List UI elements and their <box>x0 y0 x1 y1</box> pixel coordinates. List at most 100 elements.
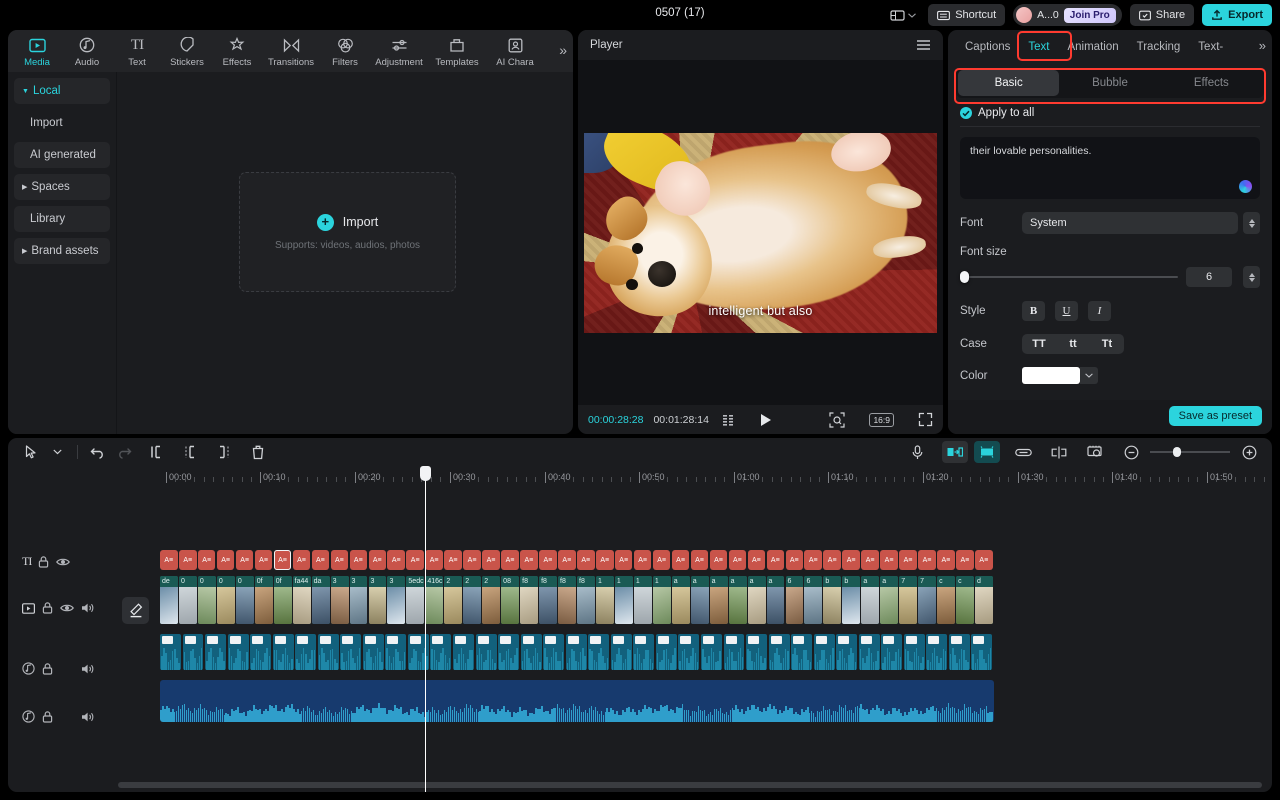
join-pro-badge[interactable]: Join Pro <box>1064 8 1116 23</box>
text-clip[interactable]: A≡ <box>842 550 860 570</box>
text-clip[interactable]: A≡ <box>274 550 292 570</box>
text-clip[interactable]: A≡ <box>861 550 879 570</box>
text-clip[interactable]: A≡ <box>596 550 614 570</box>
text-clip[interactable]: A≡ <box>217 550 235 570</box>
video-clip[interactable]: 2 <box>444 576 462 624</box>
font-size-slider[interactable] <box>960 276 1178 278</box>
crop-icon[interactable] <box>829 412 845 428</box>
text-clip[interactable]: A≡ <box>615 550 633 570</box>
font-size-slider-knob[interactable] <box>960 271 969 283</box>
text-clip[interactable]: A≡ <box>350 550 368 570</box>
segment-basic[interactable]: Basic <box>958 70 1059 96</box>
segment-bubble[interactable]: Bubble <box>1059 70 1160 96</box>
video-clip[interactable]: 3 <box>369 576 387 624</box>
audio-clip[interactable] <box>814 634 835 670</box>
video-clip[interactable]: b <box>842 576 860 624</box>
video-clip[interactable]: 7 <box>899 576 917 624</box>
text-clip[interactable]: A≡ <box>425 550 443 570</box>
audio-clip[interactable] <box>318 634 339 670</box>
text-clip[interactable]: A≡ <box>463 550 481 570</box>
text-clip[interactable]: A≡ <box>482 550 500 570</box>
font-select[interactable]: System <box>1022 212 1238 234</box>
tab-text[interactable]: Text <box>1019 34 1058 60</box>
video-clip[interactable]: a <box>691 576 709 624</box>
video-clip[interactable]: a <box>672 576 690 624</box>
case-uppercase-button[interactable]: TT <box>1022 334 1056 354</box>
text-clip[interactable]: A≡ <box>179 550 197 570</box>
font-stepper[interactable] <box>1243 212 1260 234</box>
text-clip[interactable]: A≡ <box>501 550 519 570</box>
hamburger-icon[interactable] <box>916 39 931 51</box>
audio-clip[interactable] <box>836 634 857 670</box>
audio-clip[interactable] <box>385 634 406 670</box>
audio-clip[interactable] <box>476 634 497 670</box>
speaker-icon[interactable] <box>81 602 95 614</box>
video-clip[interactable]: 1 <box>596 576 614 624</box>
audio-clip[interactable] <box>588 634 609 670</box>
tab-text[interactable]: TI Text <box>112 34 162 68</box>
keyframe-button[interactable] <box>974 441 1000 463</box>
audio-clip[interactable] <box>340 634 361 670</box>
text-clip[interactable]: A≡ <box>198 550 216 570</box>
apply-to-all-row[interactable]: Apply to all <box>948 98 1272 126</box>
zoom-slider[interactable] <box>1150 451 1230 453</box>
playhead[interactable] <box>425 466 426 792</box>
audio-clip[interactable] <box>949 634 970 670</box>
video-clip[interactable]: a <box>861 576 879 624</box>
video-clip[interactable]: a <box>880 576 898 624</box>
video-clip[interactable]: 6 <box>786 576 804 624</box>
video-clip[interactable]: 0 <box>198 576 216 624</box>
zoom-in-button[interactable] <box>1236 441 1262 463</box>
video-clip[interactable]: 5edc <box>406 576 424 624</box>
text-clip[interactable]: A≡ <box>634 550 652 570</box>
audio-clip[interactable] <box>746 634 767 670</box>
text-clip[interactable]: A≡ <box>975 550 993 570</box>
redo-button[interactable] <box>111 441 137 463</box>
audio-clip[interactable] <box>881 634 902 670</box>
tab-ai-character[interactable]: AI Chara <box>486 34 544 68</box>
account-chip[interactable]: A...0 Join Pro <box>1013 4 1122 26</box>
apply-to-all-checkbox[interactable] <box>960 107 972 119</box>
video-clip[interactable]: 2 <box>482 576 500 624</box>
lock-icon[interactable] <box>42 663 53 675</box>
split-button[interactable] <box>143 441 169 463</box>
video-clip[interactable]: 0 <box>217 576 235 624</box>
audio-clip[interactable] <box>160 634 181 670</box>
audio-clip[interactable] <box>656 634 677 670</box>
video-clip[interactable]: 0f <box>274 576 292 624</box>
text-clip[interactable]: A≡ <box>255 550 273 570</box>
video-clip[interactable]: f8 <box>539 576 557 624</box>
audio-clip[interactable] <box>363 634 384 670</box>
audio-clip[interactable] <box>724 634 745 670</box>
text-clip[interactable]: A≡ <box>293 550 311 570</box>
video-clip[interactable]: 416c <box>425 576 443 624</box>
quality-icon[interactable] <box>723 414 739 426</box>
video-clip[interactable]: 0 <box>179 576 197 624</box>
tab-transitions[interactable]: Transitions <box>262 34 320 68</box>
text-clip[interactable]: A≡ <box>577 550 595 570</box>
sidebar-item-spaces[interactable]: ▶ Spaces <box>14 174 110 200</box>
tab-audio[interactable]: Audio <box>62 34 112 68</box>
video-clip[interactable]: 1 <box>653 576 671 624</box>
sidebar-item-library[interactable]: Library <box>14 206 110 232</box>
zoom-slider-knob[interactable] <box>1173 447 1181 457</box>
video-clip[interactable]: f8 <box>577 576 595 624</box>
shortcut-button[interactable]: Shortcut <box>928 4 1005 26</box>
video-clip[interactable]: b <box>823 576 841 624</box>
lock-icon[interactable] <box>38 556 49 568</box>
audio-clip[interactable] <box>701 634 722 670</box>
text-clip[interactable]: A≡ <box>236 550 254 570</box>
video-clip[interactable]: a <box>710 576 728 624</box>
mirror-button[interactable] <box>1046 441 1072 463</box>
tab-stickers[interactable]: Stickers <box>162 34 212 68</box>
video-clip[interactable]: da <box>312 576 330 624</box>
fullscreen-icon[interactable] <box>918 412 933 427</box>
tab-adjustment[interactable]: Adjustment <box>370 34 428 68</box>
color-dropdown-button[interactable] <box>1080 367 1098 384</box>
video-clip[interactable]: 1 <box>615 576 633 624</box>
italic-button[interactable]: I <box>1088 301 1111 321</box>
text-clip[interactable]: A≡ <box>804 550 822 570</box>
font-size-stepper[interactable] <box>1243 266 1260 288</box>
timeline-horizontal-scrollbar[interactable] <box>118 782 1262 788</box>
trim-left-button[interactable] <box>177 441 203 463</box>
